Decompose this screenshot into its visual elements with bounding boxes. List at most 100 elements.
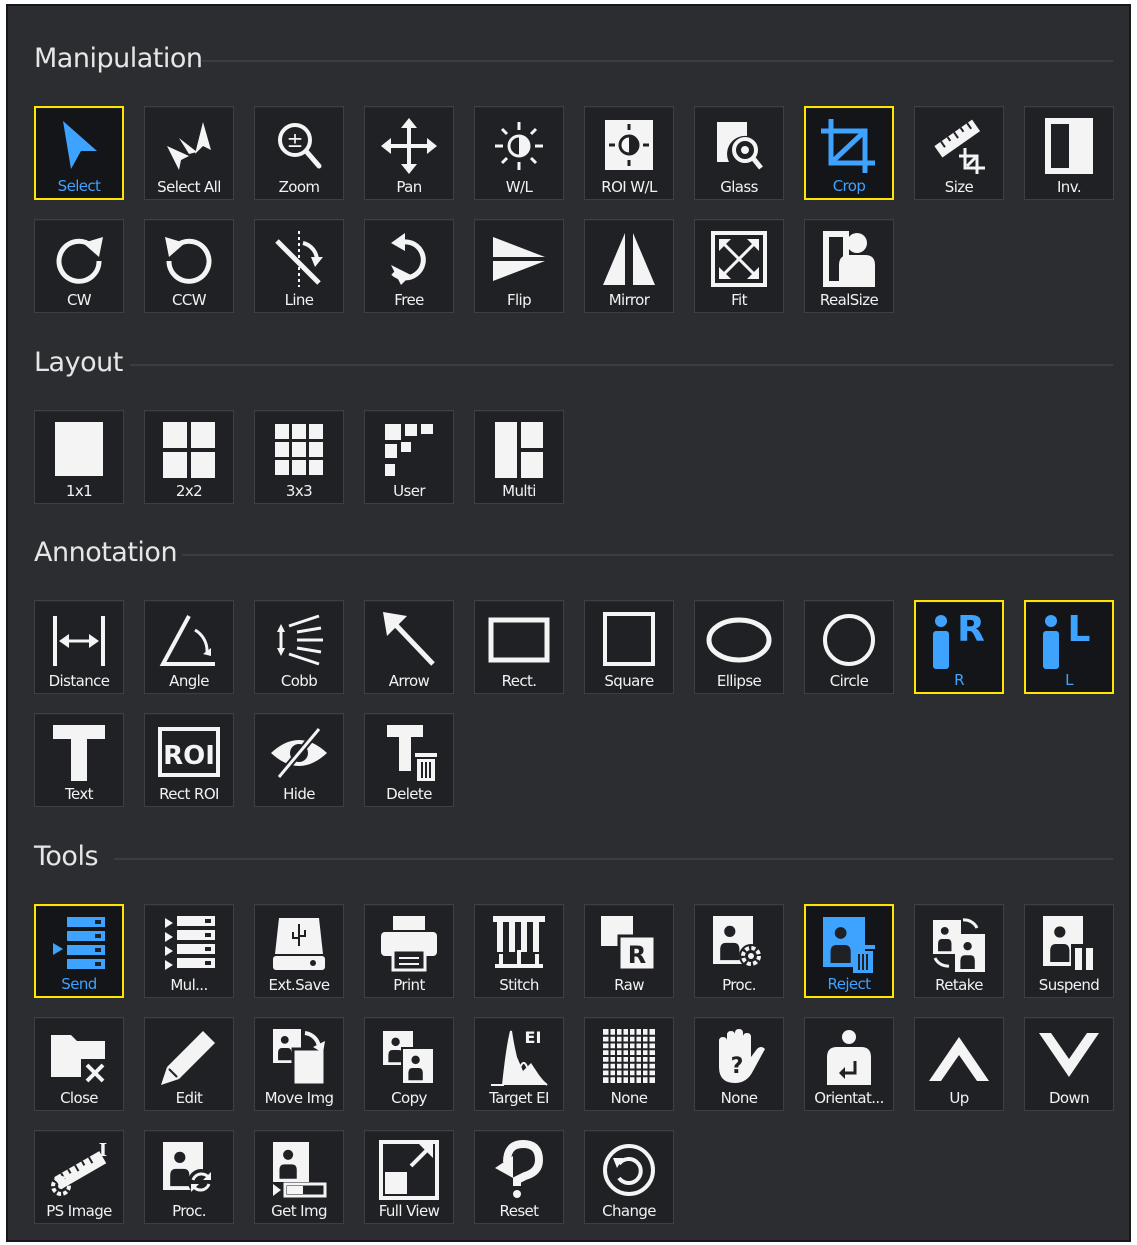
button-label: Inv.	[1056, 178, 1082, 196]
manipulation-free-button[interactable]: Free	[364, 219, 454, 313]
tools-target-ei-button[interactable]: EI Target EI	[474, 1017, 564, 1111]
tools-change-button[interactable]: Change	[584, 1130, 674, 1224]
button-label: 2x2	[175, 482, 203, 500]
layout-3x3-icon	[266, 419, 332, 481]
tools-mul-button[interactable]: Mul...	[144, 904, 234, 998]
manipulation-fit-button[interactable]: Fit	[694, 219, 784, 313]
button-label: Arrow	[388, 672, 430, 690]
annotation-cobb-button[interactable]: Cobb	[254, 600, 344, 694]
annotation-ellipse-button[interactable]: Ellipse	[694, 600, 784, 694]
button-label: L	[1065, 671, 1073, 689]
tools-ps-image-button[interactable]: I PS Image	[34, 1130, 124, 1224]
tools-reset-button[interactable]: Reset	[474, 1130, 564, 1224]
button-label: Zoom	[278, 178, 320, 196]
manipulation-roi-w-l-button[interactable]: ROI W/L	[584, 106, 674, 200]
svg-text:ROI: ROI	[163, 741, 215, 771]
tools-none-button[interactable]: ? None	[694, 1017, 784, 1111]
button-label: R	[954, 671, 964, 689]
tools-move-img-button[interactable]: Move Img	[254, 1017, 344, 1111]
annotation-circle-button[interactable]: Circle	[804, 600, 894, 694]
manipulation-realsize-button[interactable]: RealSize	[804, 219, 894, 313]
button-label: 3x3	[285, 482, 313, 500]
manipulation-select-all-button[interactable]: Select All	[144, 106, 234, 200]
tools-edit-button[interactable]: Edit	[144, 1017, 234, 1111]
annotation-rect-roi-button[interactable]: ROI Rect ROI	[144, 713, 234, 807]
cursor-arrow-icon	[46, 116, 112, 178]
button-label: Select All	[157, 178, 221, 196]
roi-window-level-icon	[596, 115, 662, 177]
manipulation-cw-button[interactable]: CW	[34, 219, 124, 313]
button-label: Square	[604, 672, 654, 690]
tools-proc-button[interactable]: Proc.	[144, 1130, 234, 1224]
layout-2x2-button[interactable]: 2x2	[144, 410, 234, 504]
marker-right-icon: R	[926, 609, 992, 672]
tools-suspend-button[interactable]: Suspend	[1024, 904, 1114, 998]
layout-1x1-icon	[46, 419, 112, 481]
manipulation-inv-button[interactable]: Inv.	[1024, 106, 1114, 200]
toolbar-panel: Manipulation Select Select All ± Zoom Pan W/L R…	[6, 4, 1131, 1242]
layout-multi-button[interactable]: Multi	[474, 410, 564, 504]
manipulation-w-l-button[interactable]: W/L	[474, 106, 564, 200]
section-title-manipulation: Manipulation	[34, 43, 203, 74]
tools-down-button[interactable]: Down	[1024, 1017, 1114, 1111]
manipulation-mirror-button[interactable]: Mirror	[584, 219, 674, 313]
tools-none-button[interactable]: None	[584, 1017, 674, 1111]
button-label: Move Img	[264, 1089, 334, 1107]
manipulation-crop-button[interactable]: Crop	[804, 106, 894, 200]
rect-roi-icon: ROI	[156, 722, 222, 784]
send-list-icon	[46, 914, 112, 976]
annotation-text-button[interactable]: Text	[34, 713, 124, 807]
manipulation-flip-button[interactable]: Flip	[474, 219, 564, 313]
manipulation-ccw-button[interactable]: CCW	[144, 219, 234, 313]
button-label: Down	[1048, 1089, 1090, 1107]
button-label: Copy	[391, 1089, 427, 1107]
tools-close-button[interactable]: Close	[34, 1017, 124, 1111]
svg-text:EI: EI	[525, 1028, 542, 1047]
annotation-hide-button[interactable]: Hide	[254, 713, 344, 807]
button-label: Suspend	[1038, 976, 1100, 994]
tools-get-img-button[interactable]: Get Img	[254, 1130, 344, 1224]
manipulation-select-button[interactable]: Select	[34, 106, 124, 200]
multi-send-icon	[156, 913, 222, 975]
tools-stitch-button[interactable]: Stitch	[474, 904, 564, 998]
reset-icon	[486, 1139, 552, 1201]
tools-retake-button[interactable]: Retake	[914, 904, 1004, 998]
tools-raw-button[interactable]: R Raw	[584, 904, 674, 998]
hand-question-icon: ?	[706, 1026, 772, 1088]
manipulation-line-button[interactable]: Line	[254, 219, 344, 313]
orientation-icon	[816, 1026, 882, 1088]
annotation-delete-button[interactable]: Delete	[364, 713, 454, 807]
tools-copy-button[interactable]: Copy	[364, 1017, 454, 1111]
annotation-l-button[interactable]: LL	[1024, 600, 1114, 694]
annotation-arrow-button[interactable]: Arrow	[364, 600, 454, 694]
real-size-icon	[816, 228, 882, 290]
annotation-r-button[interactable]: RR	[914, 600, 1004, 694]
tools-full-view-button[interactable]: Full View	[364, 1130, 454, 1224]
tools-ext-save-button[interactable]: Ext.Save	[254, 904, 344, 998]
tools-print-button[interactable]: Print	[364, 904, 454, 998]
button-label: Rect.	[501, 672, 537, 690]
manipulation-pan-button[interactable]: Pan	[364, 106, 454, 200]
tools-orientat-button[interactable]: Orientat...	[804, 1017, 894, 1111]
section-divider	[114, 858, 1113, 860]
annotation-square-button[interactable]: Square	[584, 600, 674, 694]
annotation-rect-button[interactable]: Rect.	[474, 600, 564, 694]
tools-up-button[interactable]: Up	[914, 1017, 1004, 1111]
manipulation-zoom-button[interactable]: ± Zoom	[254, 106, 344, 200]
button-label: Reject	[827, 975, 872, 993]
tools-proc-button[interactable]: Proc.	[694, 904, 784, 998]
annotation-distance-button[interactable]: Distance	[34, 600, 124, 694]
layout-user-button[interactable]: User	[364, 410, 454, 504]
ruler-size-icon	[926, 115, 992, 177]
annotation-angle-button[interactable]: Angle	[144, 600, 234, 694]
tools-reject-button[interactable]: Reject	[804, 904, 894, 998]
manipulation-size-button[interactable]: Size	[914, 106, 1004, 200]
tools-send-button[interactable]: Send	[34, 904, 124, 998]
layout-1x1-button[interactable]: 1x1	[34, 410, 124, 504]
button-label: Circle	[829, 672, 869, 690]
rectangle-icon	[486, 609, 552, 671]
layout-3x3-button[interactable]: 3x3	[254, 410, 344, 504]
manipulation-glass-button[interactable]: Glass	[694, 106, 784, 200]
rotate-cw-icon	[46, 228, 112, 290]
rotate-line-icon	[266, 228, 332, 290]
